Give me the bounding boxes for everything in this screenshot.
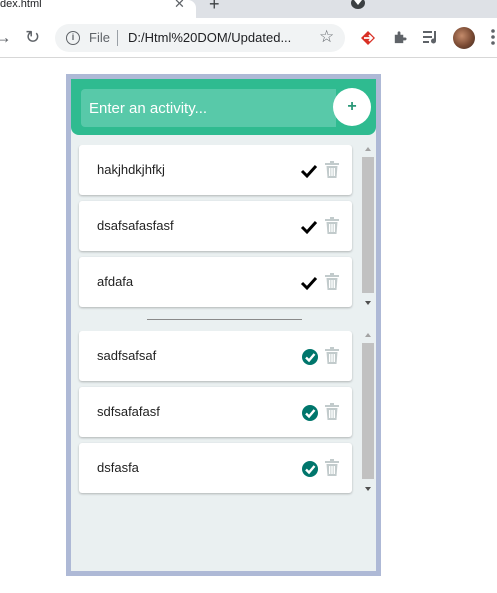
add-button[interactable]: +: [333, 88, 371, 126]
todo-item: afdafa: [79, 257, 352, 307]
trash-icon[interactable]: [325, 217, 339, 234]
reload-icon[interactable]: ↻: [25, 28, 40, 46]
tab-close-icon[interactable]: ✕: [174, 0, 185, 10]
puzzle-icon[interactable]: [392, 30, 407, 45]
activity-input[interactable]: [81, 89, 336, 127]
todo-item-text: dsafsafasfasf: [97, 218, 174, 233]
check-circle-icon[interactable]: [302, 349, 318, 365]
scroll-up-arrow[interactable]: [365, 147, 371, 151]
done-item-text: sadfsafsaf: [97, 348, 157, 363]
todo-item: dsafsafasfasf: [79, 201, 352, 251]
todo-list: hakjhdkjhfkj dsafsafasfasf afdafa: [71, 145, 376, 311]
check-circle-icon[interactable]: [302, 461, 318, 477]
header: +: [71, 79, 376, 135]
done-item-text: dsfasfa: [97, 460, 139, 475]
trash-icon[interactable]: [325, 347, 339, 364]
url-text[interactable]: D:/Html%20DOM/Updated...: [128, 30, 308, 45]
check-icon[interactable]: [300, 163, 318, 179]
scroll-down-arrow[interactable]: [365, 487, 371, 491]
todo-scrollbar[interactable]: [361, 145, 376, 311]
activity-input-wrapper: [81, 89, 336, 127]
done-item: dsfasfa: [79, 443, 352, 493]
done-item: sdfsafafasf: [79, 387, 352, 437]
browser-tab[interactable]: dex.html ✕: [0, 0, 196, 18]
forward-arrow-icon[interactable]: →: [0, 28, 12, 46]
menu-icon[interactable]: [491, 29, 495, 45]
address-separator: [117, 30, 118, 46]
trash-icon[interactable]: [325, 459, 339, 476]
done-item-text: sdfsafafasf: [97, 404, 160, 419]
todo-app: + hakjhdkjhfkj dsafsafasfasf afdafa sadf…: [66, 74, 381, 576]
list-divider: [147, 319, 302, 320]
done-scrollbar[interactable]: [361, 331, 376, 497]
tab-strip: dex.html ✕ +: [0, 0, 497, 18]
tab-search-icon[interactable]: [351, 0, 365, 9]
check-icon[interactable]: [300, 275, 318, 291]
trash-icon[interactable]: [325, 161, 339, 178]
todo-item-text: hakjhdkjhfkj: [97, 162, 165, 177]
check-icon[interactable]: [300, 219, 318, 235]
star-icon[interactable]: ☆: [319, 27, 334, 47]
info-icon[interactable]: i: [66, 31, 80, 45]
scroll-up-arrow[interactable]: [365, 333, 371, 337]
todo-item: hakjhdkjhfkj: [79, 145, 352, 195]
scroll-down-arrow[interactable]: [365, 301, 371, 305]
check-circle-icon[interactable]: [302, 405, 318, 421]
scroll-thumb[interactable]: [362, 343, 374, 479]
extension-icon[interactable]: [360, 30, 376, 46]
address-bar[interactable]: i File D:/Html%20DOM/Updated... ☆: [55, 24, 345, 52]
browser-toolbar: → ↻ i File D:/Html%20DOM/Updated... ☆: [0, 18, 497, 58]
tab-title: dex.html: [0, 0, 42, 10]
scroll-thumb[interactable]: [362, 157, 374, 293]
new-tab-button[interactable]: +: [209, 0, 220, 13]
avatar[interactable]: [453, 27, 475, 49]
todo-item-text: afdafa: [97, 274, 134, 289]
trash-icon[interactable]: [325, 403, 339, 420]
done-item: sadfsafsaf: [79, 331, 352, 381]
done-list: sadfsafsaf sdfsafafasf dsfasfa: [71, 331, 376, 497]
media-icon[interactable]: [423, 30, 439, 44]
file-label: File: [89, 30, 110, 45]
trash-icon[interactable]: [325, 273, 339, 290]
